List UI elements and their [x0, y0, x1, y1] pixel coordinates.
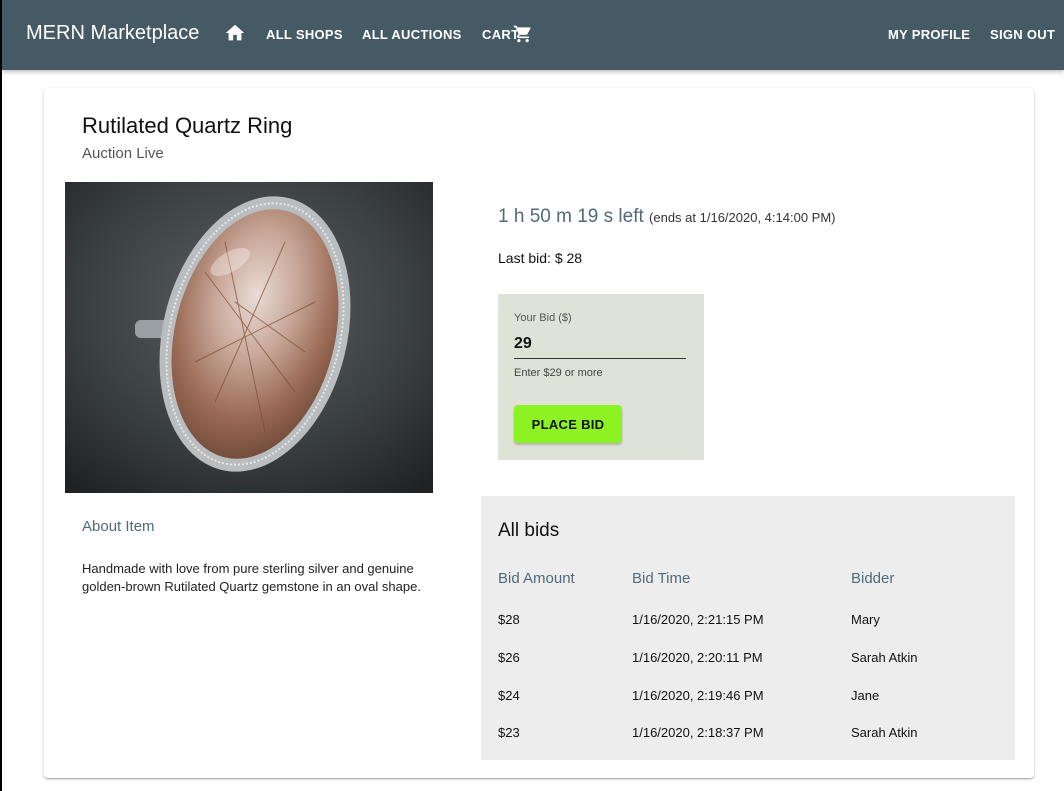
nav-all-auctions[interactable]: ALL AUCTIONS — [362, 27, 462, 42]
bidder-cell: Sarah Atkin — [851, 650, 918, 665]
table-row: $24 1/16/2020, 2:19:46 PM Jane — [481, 688, 1015, 708]
brand-title: MERN Marketplace — [26, 22, 200, 44]
about-heading: About Item — [82, 518, 155, 535]
bid-time-cell: 1/16/2020, 2:21:15 PM — [632, 612, 764, 627]
column-header-bid-amount: Bid Amount — [498, 570, 575, 587]
bid-amount-cell: $26 — [498, 650, 520, 665]
app-bar: MERN Marketplace ALL SHOPS ALL AUCTIONS … — [2, 0, 1064, 70]
auction-end-time: (ends at 1/16/2020, 4:14:00 PM) — [649, 210, 836, 225]
auction-title: Rutilated Quartz Ring — [82, 113, 293, 138]
all-bids-title: All bids — [498, 520, 560, 541]
bid-amount-input[interactable] — [514, 330, 686, 359]
time-left: 1 h 50 m 19 s left (ends at 1/16/2020, 4… — [498, 206, 836, 228]
table-row: $28 1/16/2020, 2:21:15 PM Mary — [481, 612, 1015, 632]
bid-time-cell: 1/16/2020, 2:20:11 PM — [632, 650, 763, 665]
auction-status: Auction Live — [82, 145, 164, 162]
bid-amount-cell: $28 — [498, 612, 520, 627]
bid-amount-cell: $24 — [498, 688, 520, 703]
bid-helper-text: Enter $29 or more — [514, 367, 603, 379]
home-icon[interactable] — [224, 22, 246, 44]
column-header-bidder: Bidder — [851, 570, 895, 587]
bid-field-label: Your Bid ($) — [514, 312, 572, 324]
bid-form: Your Bid ($) Enter $29 or more PLACE BID — [498, 294, 704, 460]
place-bid-button[interactable]: PLACE BID — [514, 405, 622, 443]
nav-all-shops[interactable]: ALL SHOPS — [266, 27, 343, 42]
shopping-cart-icon[interactable] — [513, 24, 533, 44]
column-header-bid-time: Bid Time — [632, 570, 691, 587]
time-left-value: 1 h 50 m 19 s left — [498, 206, 644, 227]
bidder-cell: Mary — [851, 612, 880, 627]
bid-amount-cell: $23 — [498, 725, 520, 740]
nav-my-profile[interactable]: MY PROFILE — [888, 27, 970, 42]
bidder-cell: Jane — [851, 688, 880, 703]
table-row: $23 1/16/2020, 2:18:37 PM Sarah Atkin — [481, 725, 1015, 745]
bid-time-cell: 1/16/2020, 2:19:46 PM — [632, 688, 764, 703]
nav-sign-out[interactable]: SIGN OUT — [990, 27, 1055, 42]
last-bid: Last bid: $ 28 — [498, 250, 583, 266]
bidder-cell: Sarah Atkin — [851, 725, 918, 740]
bid-time-cell: 1/16/2020, 2:18:37 PM — [632, 725, 764, 740]
table-row: $26 1/16/2020, 2:20:11 PM Sarah Atkin — [481, 650, 1015, 670]
product-image — [65, 182, 433, 493]
all-bids-panel: All bids Bid Amount Bid Time Bidder $28 … — [481, 496, 1015, 760]
about-text: Handmade with love from pure sterling si… — [82, 561, 421, 594]
